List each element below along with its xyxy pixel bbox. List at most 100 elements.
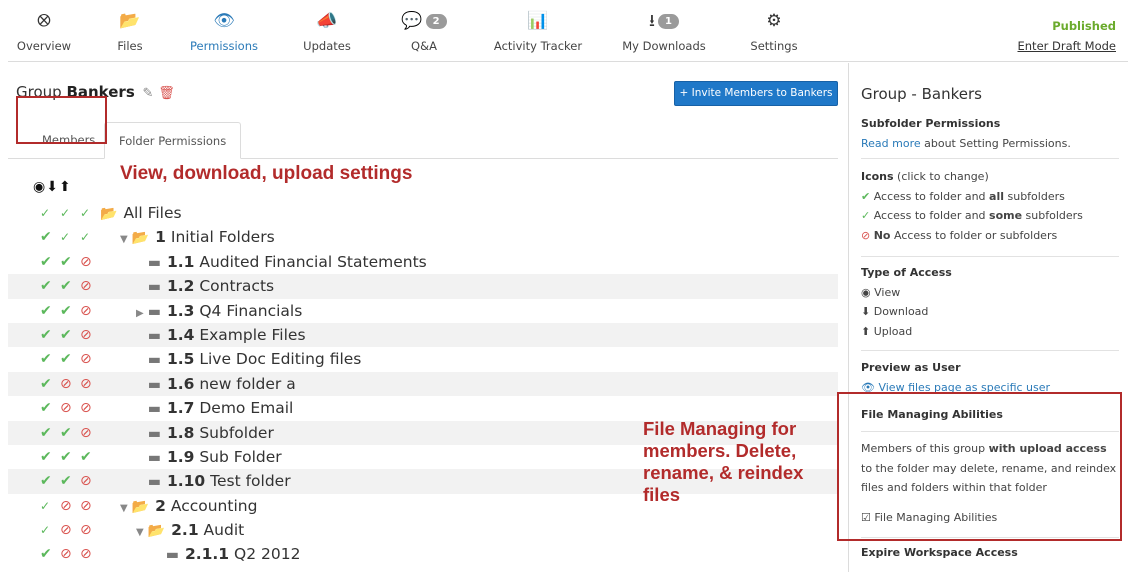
view-permission-icon[interactable]: ✔ [40, 323, 52, 347]
tree-row[interactable]: ✔⊘⊘▶▬2.1.1 Q2 2012 [8, 542, 838, 566]
invite-members-button[interactable]: + Invite Members to Bankers [674, 81, 838, 106]
legend-some: ✓ Access to folder and some subfolders [861, 206, 1119, 226]
view-permission-icon[interactable]: ✔ [40, 396, 52, 420]
download-permission-icon[interactable]: ✔ [60, 421, 72, 445]
folder-name[interactable]: Sub Folder [199, 448, 281, 466]
tree-row[interactable]: ✔⊘⊘▶▬1.6 new folder a [8, 371, 838, 397]
nav-activity-tracker[interactable]: 📊 Activity Tracker [488, 8, 588, 62]
view-permission-icon[interactable]: ✔ [40, 469, 52, 493]
upload-permission-icon[interactable]: ⊘ [80, 469, 92, 493]
tree-row[interactable]: ✔ ✔ ⊘ ▶ ▬ 1.3 Q4 Financials [8, 299, 838, 323]
download-permission-icon[interactable]: ✔ [60, 274, 72, 298]
trash-icon[interactable]: 🗑 [158, 86, 175, 101]
folder-name[interactable]: Contracts [199, 277, 274, 295]
upload-permission-icon[interactable]: ⊘ [80, 421, 92, 445]
folder-name[interactable]: Initial Folders [171, 228, 275, 246]
view-permission-icon[interactable]: ✔ [40, 421, 52, 445]
upload-permission-icon[interactable]: ⊘ [80, 250, 92, 274]
ban-icon: ⊘ [861, 228, 871, 242]
nav-label: Settings [750, 39, 798, 53]
view-permission-icon[interactable]: ✔ [40, 299, 52, 323]
folder-name[interactable]: Subfolder [199, 424, 274, 442]
nav-overview[interactable]: ⭙ Overview [8, 8, 80, 62]
qa-count-badge: 2 [425, 13, 447, 29]
upload-permission-icon[interactable]: ⊘ [80, 274, 92, 298]
download-permission-icon[interactable]: ✔ [60, 299, 72, 323]
caret-down-icon[interactable]: ▼ [120, 503, 128, 514]
folder-name[interactable]: Test folder [210, 472, 290, 490]
tree-row[interactable]: ✔⊘⊘▶▬1.7 Demo Email [8, 396, 838, 420]
download-permission-icon[interactable]: ✔ [60, 323, 72, 347]
read-more-link[interactable]: Read more [861, 137, 921, 150]
tree-row[interactable]: ✓ ⊘ ⊘ ▼ 📂 2.1 Audit [8, 518, 838, 542]
view-permission-icon[interactable]: ✔ [40, 250, 52, 274]
download-permission-icon[interactable]: ⊘ [60, 372, 72, 396]
view-permission-icon[interactable]: ✔ [40, 542, 52, 566]
folder-number: 1.4 [166, 325, 195, 344]
nav-permissions[interactable]: 👁 Permissions [184, 8, 264, 62]
nav-qa[interactable]: 💬 2 Q&A [386, 8, 462, 62]
upload-permission-icon[interactable]: ⊘ [80, 396, 92, 420]
download-permission-icon[interactable]: ⊘ [60, 518, 72, 542]
enter-draft-mode-link[interactable]: Enter Draft Mode [1018, 39, 1117, 53]
nav-files[interactable]: 📂 Files [102, 8, 158, 62]
view-permission-icon[interactable]: ✔ [40, 372, 52, 396]
download-permission-icon[interactable]: ⊘ [60, 494, 72, 518]
tree-row[interactable]: ✔✔⊘▶▬1.5 Live Doc Editing files [8, 347, 838, 371]
folder-node: ▼ 📂 2.1 Audit [136, 518, 244, 545]
download-permission-icon[interactable]: ⊘ [60, 396, 72, 420]
nav-updates[interactable]: 📣 Updates [295, 8, 359, 62]
download-permission-icon[interactable]: ⊘ [60, 542, 72, 566]
tree-row[interactable]: ✓ ✓ ✓ 📂 All Files [8, 201, 838, 225]
upload-permission-icon[interactable]: ⊘ [80, 323, 92, 347]
download-permission-icon[interactable]: ✔ [60, 445, 72, 469]
tree-row[interactable]: ✔ ✓ ✓ ▼ 📂 1 Initial Folders [8, 225, 838, 249]
download-permission-icon[interactable]: ✓ [60, 225, 70, 249]
view-permission-icon[interactable]: ✓ [40, 201, 50, 225]
download-permission-icon[interactable]: ✔ [60, 347, 72, 371]
folder-name[interactable]: Accounting [171, 497, 258, 515]
folder-name[interactable]: Q4 Financials [199, 302, 302, 320]
caret-down-icon[interactable]: ▼ [136, 527, 144, 538]
permission-icons: ✔ ⊘ ⊘ [32, 542, 96, 566]
folder-name[interactable]: Demo Email [199, 399, 293, 417]
sidebar-title: Group - Bankers [861, 85, 982, 103]
view-permission-icon[interactable]: ✔ [40, 347, 52, 371]
folder-name[interactable]: Q2 2012 [234, 545, 300, 563]
annotation-line: File Managing for [643, 418, 797, 439]
folder-name[interactable]: Audit [204, 521, 245, 539]
upload-permission-icon[interactable]: ✓ [80, 225, 90, 249]
caret-right-icon[interactable]: ▶ [136, 308, 144, 319]
tree-row[interactable]: ✔✔⊘▶▬1.1 Audited Financial Statements [8, 250, 838, 274]
upload-permission-icon[interactable]: ⊘ [80, 518, 92, 542]
folder-node: ▶▬1.9 Sub Folder [136, 445, 282, 472]
nav-settings[interactable]: ⚙ Settings [742, 8, 806, 62]
download-permission-icon[interactable]: ✓ [60, 201, 70, 225]
folder-name[interactable]: new folder a [199, 375, 295, 393]
upload-permission-icon[interactable]: ⊘ [80, 494, 92, 518]
download-permission-icon[interactable]: ✔ [60, 250, 72, 274]
upload-permission-icon[interactable]: ⊘ [80, 542, 92, 566]
folder-name[interactable]: Example Files [199, 326, 305, 344]
view-permission-icon[interactable]: ✔ [40, 274, 52, 298]
folder-name[interactable]: Audited Financial Statements [199, 253, 426, 271]
tab-folder-permissions[interactable]: Folder Permissions [104, 122, 242, 159]
folder-name[interactable]: Live Doc Editing files [199, 350, 361, 368]
annotation-box-access-types [16, 96, 107, 144]
upload-permission-icon[interactable]: ⊘ [80, 299, 92, 323]
view-permission-icon[interactable]: ✔ [40, 445, 52, 469]
caret-down-icon[interactable]: ▼ [120, 234, 128, 245]
upload-permission-icon[interactable]: ✔ [80, 445, 92, 469]
nav-my-downloads[interactable]: ⭳ 1 My Downloads [616, 8, 712, 62]
folder-name[interactable]: All Files [123, 204, 181, 222]
view-permission-icon[interactable]: ✓ [40, 518, 50, 542]
pencil-icon[interactable]: ✎ [143, 86, 154, 101]
download-permission-icon[interactable]: ✔ [60, 469, 72, 493]
upload-permission-icon[interactable]: ✓ [80, 201, 90, 225]
tree-row[interactable]: ✔✔⊘▶▬1.4 Example Files [8, 322, 838, 348]
view-permission-icon[interactable]: ✔ [40, 225, 52, 249]
tree-row[interactable]: ✔✔⊘▶▬1.2 Contracts [8, 274, 838, 299]
upload-permission-icon[interactable]: ⊘ [80, 372, 92, 396]
view-permission-icon[interactable]: ✓ [40, 494, 50, 518]
upload-permission-icon[interactable]: ⊘ [80, 347, 92, 371]
